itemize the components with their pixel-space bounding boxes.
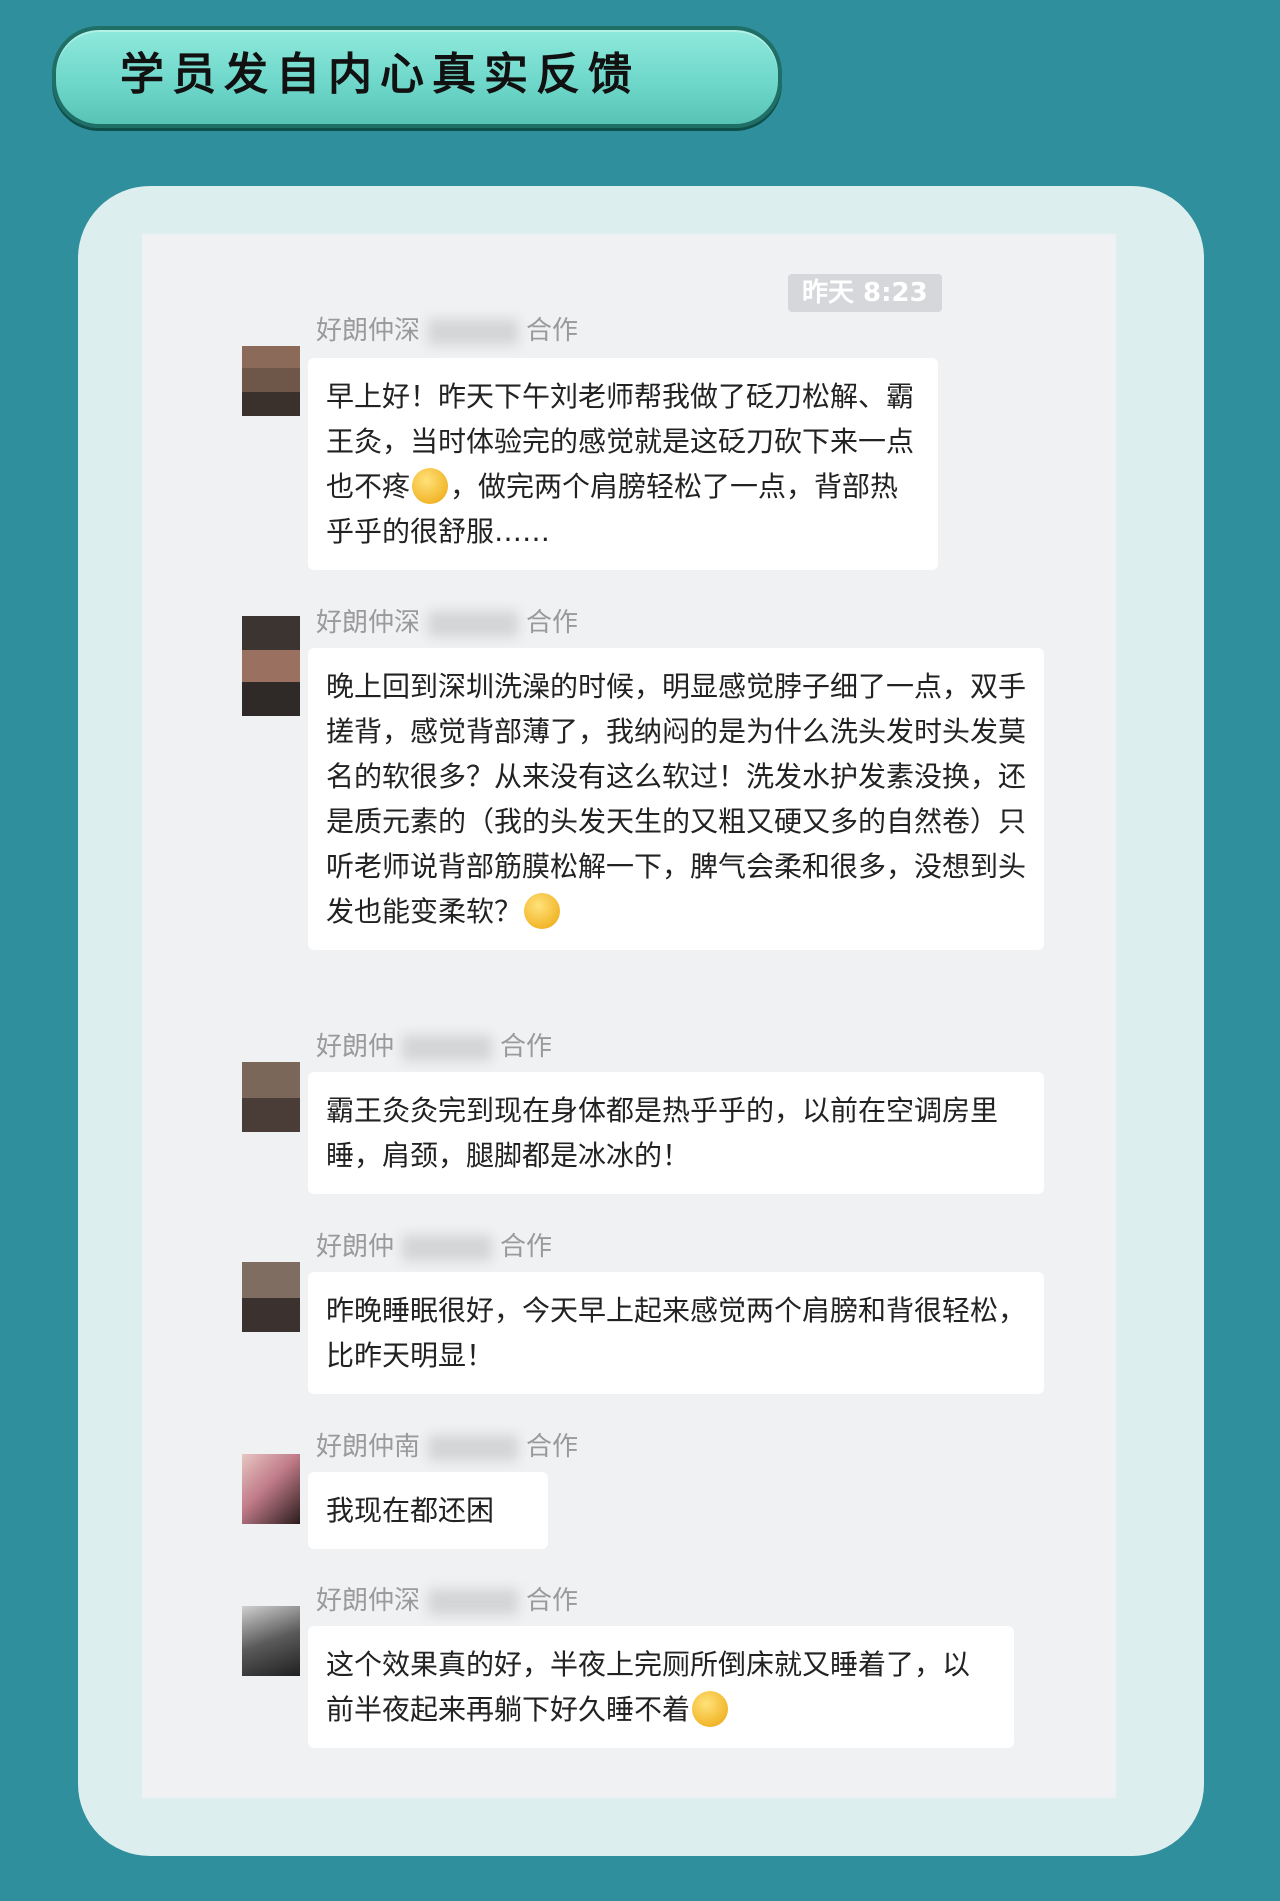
avatar[interactable] <box>242 1606 300 1676</box>
avatar[interactable] <box>242 1454 300 1524</box>
sender-name: 好朗仲南 合作 <box>316 1432 579 1462</box>
message-bubble[interactable]: 早上好！昨天下午刘老师帮我做了砭刀松解、霸王灸，当时体验完的感觉就是这砭刀砍下来… <box>308 358 938 570</box>
feedback-card: 昨天 8:23 好朗仲深 合作 早上好！昨天下午刘老师帮我做了砭刀松解、霸王灸，当… <box>78 186 1204 1856</box>
header-banner: 学员发自内心真实反馈 <box>52 26 782 128</box>
message-bubble[interactable]: 晚上回到深圳洗澡的时候，明显感觉脖子细了一点，双手搓背，感觉背部薄了，我纳闷的是… <box>308 648 1044 950</box>
thinking-face-icon <box>524 893 561 929</box>
avatar[interactable] <box>242 1262 300 1332</box>
sender-name: 好朗仲深 合作 <box>316 608 579 638</box>
avatar[interactable] <box>242 346 300 416</box>
avatar[interactable] <box>242 616 300 716</box>
avatar[interactable] <box>242 1062 300 1132</box>
chat-timestamp: 昨天 8:23 <box>788 274 942 312</box>
message-bubble[interactable]: 这个效果真的好，半夜上完厕所倒床就又睡着了，以前半夜起来再躺下好久睡不着 <box>308 1626 1014 1748</box>
chat-screenshot: 昨天 8:23 好朗仲深 合作 早上好！昨天下午刘老师帮我做了砭刀松解、霸王灸，当… <box>142 234 1116 1798</box>
sender-name: 好朗仲深 合作 <box>316 1586 579 1616</box>
message-bubble[interactable]: 昨晚睡眠很好，今天早上起来感觉两个肩膀和背很轻松，比昨天明显！ <box>308 1272 1044 1394</box>
sender-name: 好朗仲 合作 <box>316 1032 553 1062</box>
message-bubble[interactable]: 霸王灸灸完到现在身体都是热乎乎的，以前在空调房里睡，肩颈，腿脚都是冰冰的！ <box>308 1072 1044 1194</box>
thinking-face-icon <box>412 468 449 504</box>
sender-name: 好朗仲 合作 <box>316 1232 553 1262</box>
message-bubble[interactable]: 我现在都还困 <box>308 1472 548 1549</box>
thinking-face-icon <box>692 1691 729 1727</box>
banner-title: 学员发自内心真实反馈 <box>120 49 640 100</box>
sender-name: 好朗仲深 合作 <box>316 316 579 346</box>
